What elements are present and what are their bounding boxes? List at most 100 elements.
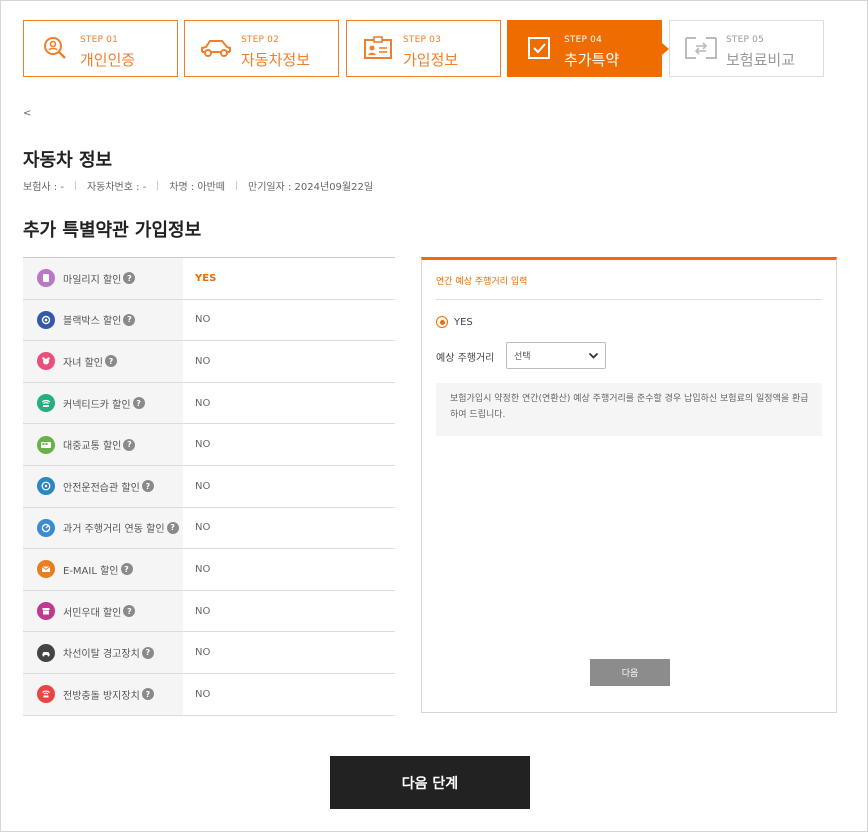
step-label: 가입정보 bbox=[403, 51, 459, 69]
table-row[interactable]: 커넥티드카 할인? NO bbox=[23, 382, 395, 425]
car-info-title: 자동차 정보 bbox=[23, 150, 113, 171]
option-label-cell: E-MAIL 할인? bbox=[23, 549, 183, 590]
option-value: NO bbox=[195, 647, 211, 659]
option-label-cell: 서민우대 할인? bbox=[23, 590, 183, 632]
option-value: NO bbox=[195, 355, 211, 367]
insurer-text: 보험사 : - bbox=[23, 182, 64, 193]
model-text: 차명 : 아반떼 bbox=[169, 182, 226, 193]
divider bbox=[157, 181, 159, 190]
option-label: 대중교통 할인 bbox=[63, 441, 122, 453]
divider bbox=[236, 181, 238, 190]
help-icon[interactable]: ? bbox=[104, 355, 117, 368]
next-step-button[interactable]: 다음 단계 bbox=[330, 756, 530, 809]
table-row[interactable]: 전방충돌 방지장치? NO bbox=[23, 673, 395, 716]
table-row[interactable]: 자녀 할인? NO bbox=[23, 341, 395, 383]
divider bbox=[436, 299, 822, 300]
distance-label: 예상 주행거리 bbox=[436, 353, 495, 364]
help-icon[interactable]: ? bbox=[123, 272, 136, 285]
option-label-cell: 마일리지 할인? bbox=[23, 258, 183, 299]
help-icon[interactable]: ? bbox=[141, 688, 154, 701]
expiry-text: 만기일자 : 2024년09월22일 bbox=[248, 182, 374, 193]
option-label: 자녀 할인 bbox=[63, 357, 103, 369]
panel-next-button[interactable]: 다음 bbox=[590, 659, 670, 686]
mileage-icon bbox=[37, 269, 55, 288]
option-label-cell: 대중교통 할인? bbox=[23, 424, 183, 465]
blackbox-icon bbox=[37, 310, 55, 329]
panel-title: 연간 예상 주행거리 입력 bbox=[436, 277, 528, 287]
table-row[interactable]: 차선이탈 경고장치? NO bbox=[23, 632, 395, 674]
radio-label: YES bbox=[454, 316, 473, 328]
step-4[interactable]: STEP 04 추가특약 bbox=[507, 20, 669, 77]
help-icon[interactable]: ? bbox=[132, 397, 145, 410]
option-label: 마일리지 할인 bbox=[63, 274, 122, 286]
help-icon[interactable]: ? bbox=[166, 521, 179, 534]
table-row[interactable]: 안전운전습관 할인? NO bbox=[23, 465, 395, 508]
table-row[interactable]: 과거 주행거리 연동 할인? NO bbox=[23, 507, 395, 550]
email-icon bbox=[37, 560, 55, 579]
car-icon bbox=[199, 33, 233, 63]
table-row[interactable]: E-MAIL 할인? NO bbox=[23, 549, 395, 591]
step-label: 개인인증 bbox=[80, 51, 136, 69]
step-label: 자동차정보 bbox=[241, 51, 311, 69]
help-icon[interactable]: ? bbox=[120, 563, 133, 576]
divider bbox=[74, 181, 76, 190]
step-number: STEP 01 bbox=[80, 35, 119, 45]
option-label-cell: 자녀 할인? bbox=[23, 341, 183, 382]
option-label-cell: 안전운전습관 할인? bbox=[23, 465, 183, 507]
plate-text: 자동차번호 : - bbox=[86, 182, 147, 193]
help-icon[interactable]: ? bbox=[123, 605, 136, 618]
step-number: STEP 02 bbox=[241, 35, 280, 45]
option-label: 전방충돌 방지장치 bbox=[63, 690, 140, 702]
help-icon[interactable]: ? bbox=[141, 646, 154, 659]
select-value: 선택 bbox=[514, 352, 531, 362]
option-value: NO bbox=[195, 439, 211, 451]
search-person-icon bbox=[38, 33, 72, 63]
option-label: 서민우대 할인 bbox=[63, 607, 122, 619]
checkbox-icon bbox=[522, 33, 556, 63]
option-label: E-MAIL 할인 bbox=[63, 565, 119, 577]
table-row[interactable]: 대중교통 할인? NO bbox=[23, 424, 395, 466]
safe-driving-icon bbox=[37, 477, 55, 496]
option-value: NO bbox=[195, 605, 211, 617]
mileage-input-panel: 연간 예상 주행거리 입력 YES 예상 주행거리 선택 보험가입시 약정한 연… bbox=[421, 257, 837, 713]
yes-radio-option[interactable]: YES bbox=[436, 316, 473, 328]
table-row[interactable]: 마일리지 할인? YES bbox=[23, 258, 395, 300]
help-icon[interactable]: ? bbox=[141, 480, 154, 493]
option-value: YES bbox=[195, 272, 217, 284]
step-5[interactable]: STEP 05 보험료비교 bbox=[669, 20, 824, 77]
chevron-down-icon bbox=[588, 350, 599, 364]
option-value: NO bbox=[195, 480, 211, 492]
option-label-cell: 전방충돌 방지장치? bbox=[23, 673, 183, 715]
step-number: STEP 03 bbox=[403, 35, 442, 45]
step-1[interactable]: STEP 01 개인인증 bbox=[23, 20, 178, 77]
option-value: NO bbox=[195, 522, 211, 534]
compare-icon bbox=[684, 33, 718, 63]
help-icon[interactable]: ? bbox=[123, 313, 136, 326]
radio-selected-icon[interactable] bbox=[436, 316, 448, 328]
collision-icon bbox=[37, 685, 55, 704]
table-row[interactable]: 서민우대 할인? NO bbox=[23, 590, 395, 633]
option-label: 차선이탈 경고장치 bbox=[63, 649, 140, 661]
help-icon[interactable]: ? bbox=[123, 438, 136, 451]
step-number: STEP 05 bbox=[726, 35, 765, 45]
step-label: 보험료비교 bbox=[726, 51, 796, 69]
connected-car-icon bbox=[37, 394, 55, 413]
bus-icon bbox=[37, 435, 55, 454]
option-label-cell: 과거 주행거리 연동 할인? bbox=[23, 507, 183, 549]
option-value: NO bbox=[195, 563, 211, 575]
odometer-icon bbox=[37, 518, 55, 537]
distance-select[interactable]: 선택 bbox=[506, 342, 606, 369]
option-value: NO bbox=[195, 314, 211, 326]
car-info-meta: 보험사 : - 자동차번호 : - 차명 : 아반떼 만기일자 : 2024년0… bbox=[23, 178, 373, 193]
step-3[interactable]: STEP 03 가입정보 bbox=[346, 20, 501, 77]
store-icon bbox=[37, 602, 55, 621]
option-label: 안전운전습관 할인 bbox=[63, 482, 140, 494]
option-label: 과거 주행거리 연동 할인 bbox=[63, 524, 165, 536]
table-row[interactable]: 블랙박스 할인? NO bbox=[23, 299, 395, 342]
option-value: NO bbox=[195, 688, 211, 700]
option-value: NO bbox=[195, 397, 211, 409]
option-label: 커넥티드카 할인 bbox=[63, 399, 131, 411]
step-2[interactable]: STEP 02 자동차정보 bbox=[184, 20, 339, 77]
back-link[interactable]: < bbox=[23, 108, 31, 119]
step-label: 추가특약 bbox=[564, 51, 620, 69]
